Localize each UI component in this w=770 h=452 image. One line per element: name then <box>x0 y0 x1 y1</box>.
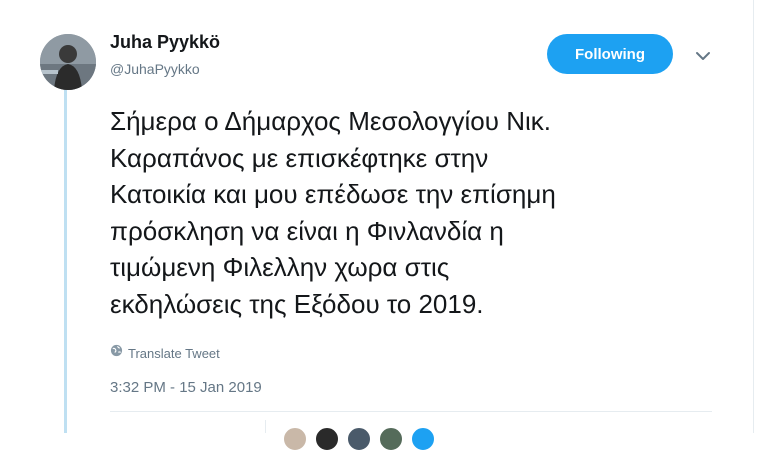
liker-avatar[interactable] <box>346 426 372 452</box>
tweet-text: Σήμερα ο Δήμαρχος Μεσολογγίου Νικ. Καραπ… <box>110 106 556 319</box>
translate-tweet-label: Translate Tweet <box>128 345 220 361</box>
following-button-label: Following <box>575 45 645 63</box>
page-scrollbar-area <box>753 0 770 433</box>
divider <box>110 411 712 412</box>
author-name[interactable]: Juha Pyykkö <box>110 32 220 53</box>
thread-line <box>64 88 67 433</box>
liker-avatars[interactable] <box>282 426 436 452</box>
liker-avatar[interactable] <box>378 426 404 452</box>
following-button[interactable]: Following <box>547 34 673 74</box>
liker-avatar[interactable] <box>314 426 340 452</box>
author-handle[interactable]: @JuhaPyykko <box>110 61 200 77</box>
avatar[interactable] <box>40 34 96 90</box>
translate-tweet-link[interactable]: Translate Tweet <box>110 344 220 362</box>
liker-avatar[interactable] <box>282 426 308 452</box>
tweet-timestamp[interactable]: 3:32 PM - 15 Jan 2019 <box>110 379 262 396</box>
globe-icon <box>110 344 123 362</box>
chevron-down-icon[interactable] <box>693 46 713 66</box>
stats-separator <box>265 420 266 433</box>
liker-avatar[interactable] <box>410 426 436 452</box>
